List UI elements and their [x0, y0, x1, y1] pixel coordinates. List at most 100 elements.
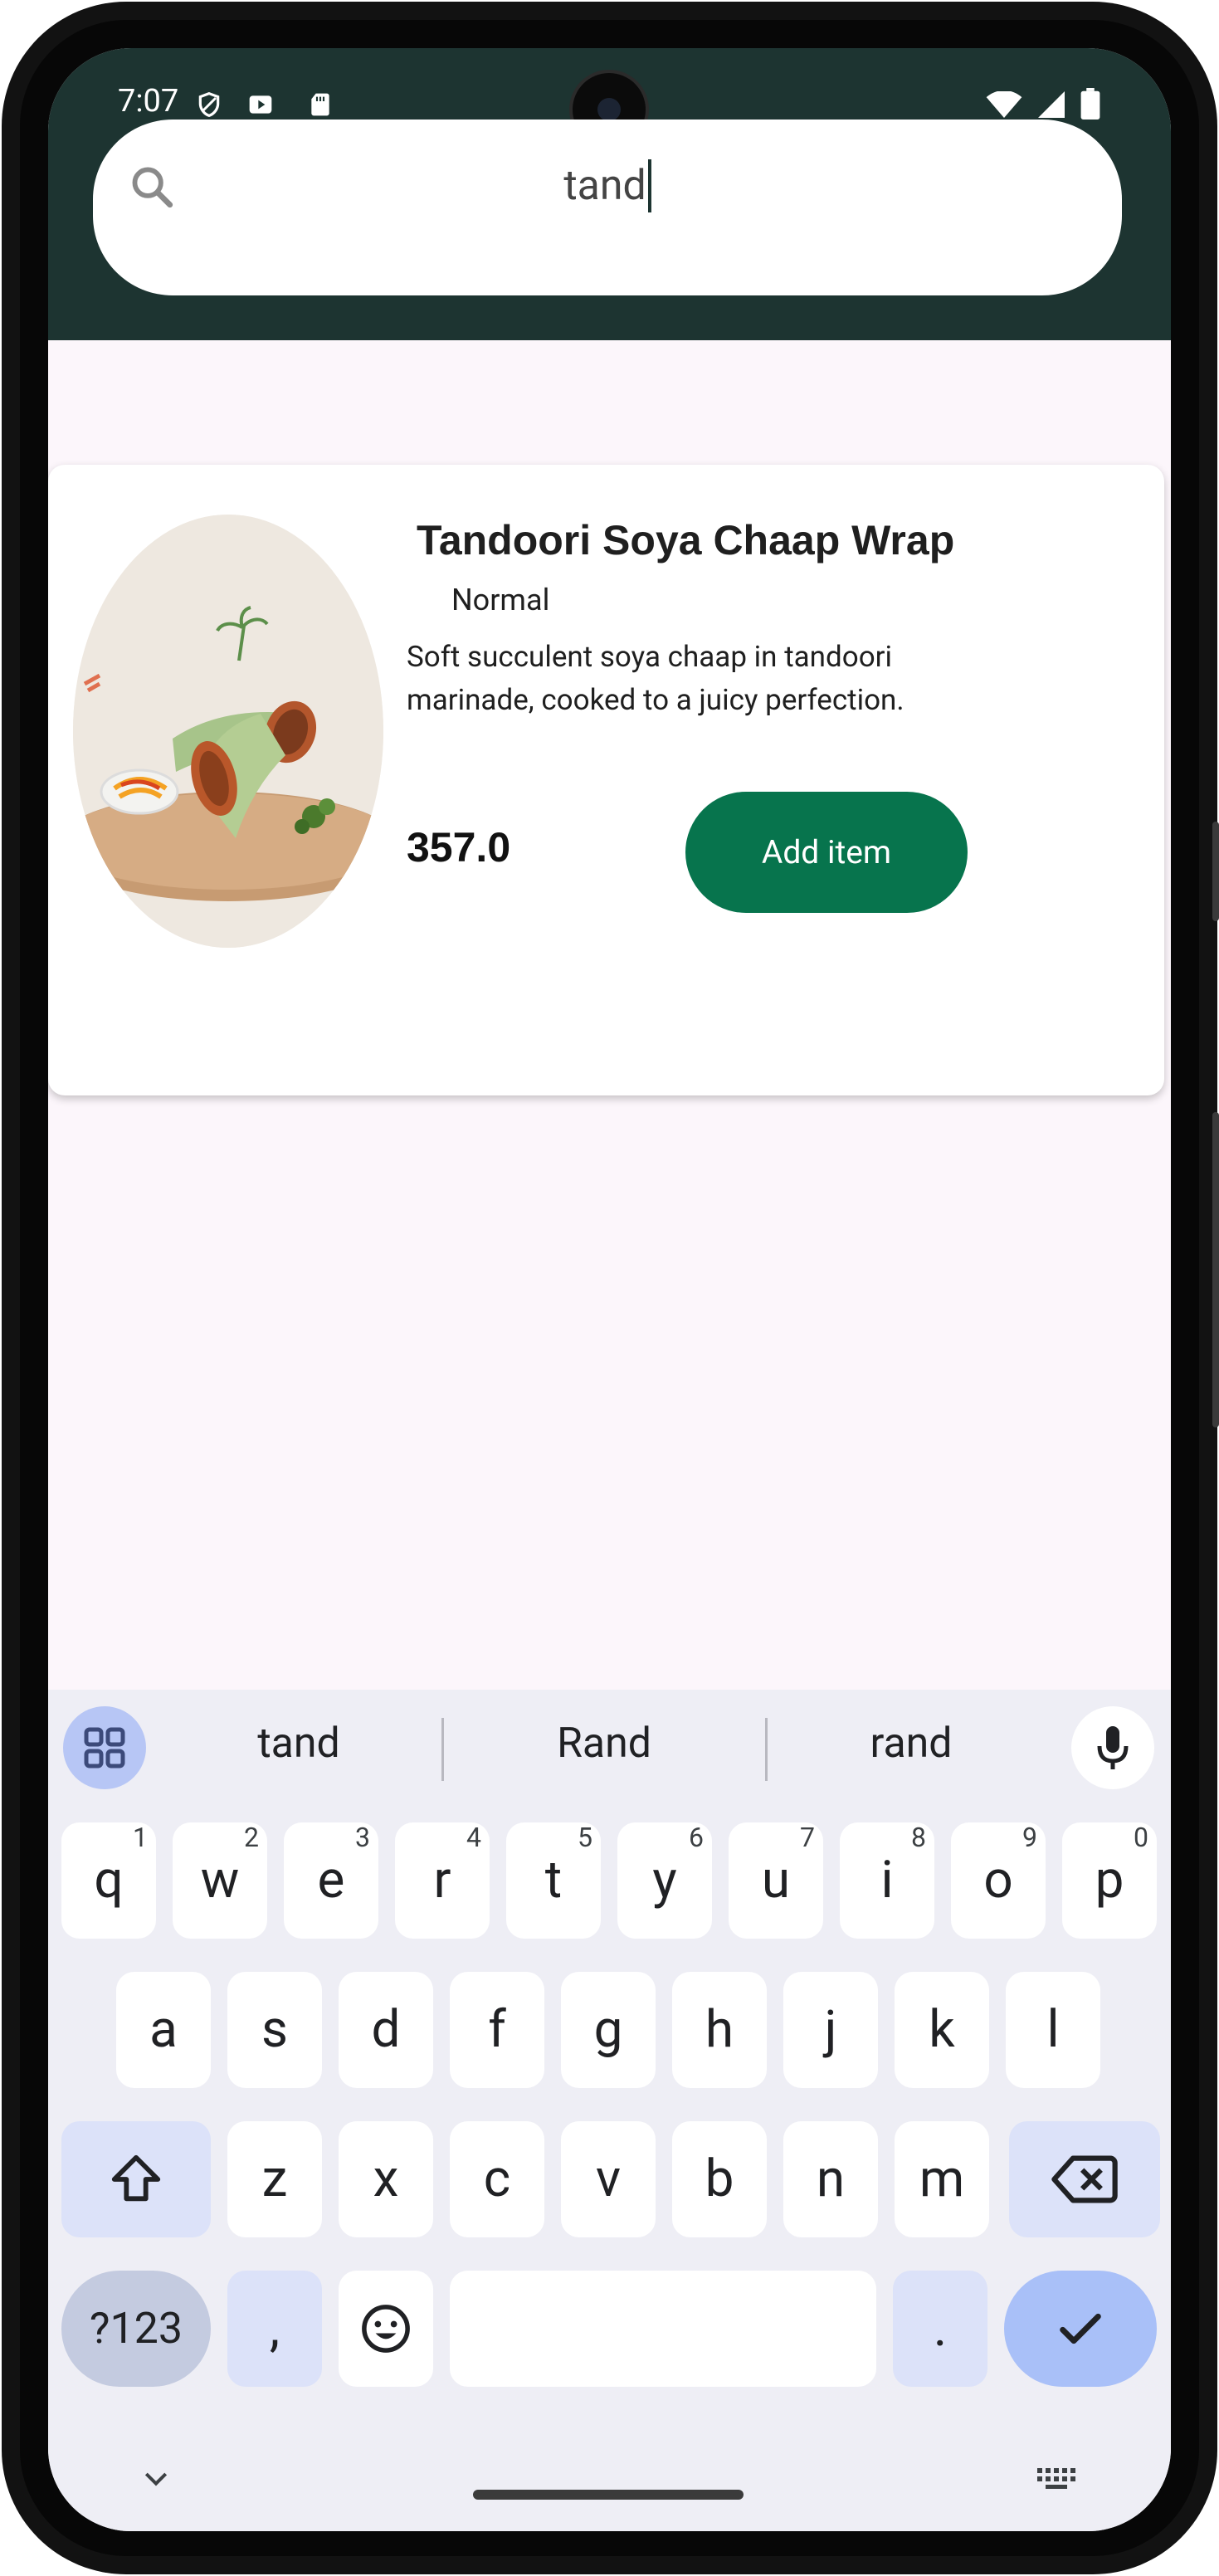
search-input[interactable]: tand [93, 159, 1122, 212]
key-c[interactable]: c [450, 2121, 544, 2237]
key-label: x [373, 2149, 399, 2209]
key-m[interactable]: m [895, 2121, 989, 2237]
space-key[interactable] [450, 2271, 876, 2387]
period-key[interactable]: . [893, 2271, 987, 2387]
key-hint: 7 [800, 1822, 815, 1853]
keyboard-apps-button[interactable] [63, 1706, 146, 1789]
key-label: g [593, 1999, 623, 2060]
shift-icon [111, 2154, 161, 2202]
key-label: y [652, 1850, 677, 1910]
key-q[interactable]: q1 [61, 1822, 156, 1939]
key-l[interactable]: l [1006, 1972, 1100, 2088]
item-image [73, 515, 383, 948]
item-title: Tandoori Soya Chaap Wrap [417, 517, 955, 564]
key-r[interactable]: r4 [395, 1822, 490, 1939]
key-d[interactable]: d [339, 1972, 433, 2088]
key-hint: 2 [244, 1822, 259, 1853]
key-p[interactable]: p0 [1062, 1822, 1157, 1939]
key-label: l [1046, 1999, 1060, 2060]
comma-key[interactable]: , [227, 2271, 322, 2387]
key-label: m [919, 2149, 965, 2209]
key-hint: 6 [689, 1822, 704, 1853]
suggestion-1[interactable]: tand [174, 1720, 423, 1768]
play-store-icon [249, 95, 272, 114]
app-header: 7:07 tand [48, 48, 1171, 340]
key-t[interactable]: t5 [506, 1822, 601, 1939]
key-label: p [1095, 1850, 1124, 1910]
key-label: r [433, 1850, 451, 1910]
key-label: u [761, 1850, 791, 1910]
search-bar[interactable]: tand [93, 120, 1122, 295]
menu-item-card[interactable]: Tandoori Soya Chaap Wrap Normal Soft suc… [48, 465, 1164, 1095]
search-input-text: tand [563, 162, 646, 210]
key-s[interactable]: s [227, 1972, 322, 2088]
key-label: z [261, 2149, 288, 2209]
key-y[interactable]: y6 [617, 1822, 712, 1939]
key-hint: 3 [355, 1822, 370, 1853]
key-n[interactable]: n [783, 2121, 878, 2237]
key-label: c [483, 2149, 511, 2209]
voice-input-button[interactable] [1071, 1706, 1154, 1789]
key-v[interactable]: v [561, 2121, 656, 2237]
wifi-icon [986, 91, 1022, 118]
suggestion-2[interactable]: Rand [480, 1720, 729, 1768]
navigation-bar [48, 2437, 1171, 2531]
power-button [1212, 1112, 1219, 1427]
key-j[interactable]: j [783, 1972, 878, 2088]
key-u[interactable]: u7 [729, 1822, 823, 1939]
key-w[interactable]: w2 [173, 1822, 267, 1939]
key-x[interactable]: x [339, 2121, 433, 2237]
key-label: j [824, 1999, 837, 2060]
key-b[interactable]: b [672, 2121, 767, 2237]
screen: 7:07 tand Tandoori Soya Chaap Wrap Norma… [48, 48, 1171, 2531]
suggestion-3[interactable]: rand [787, 1720, 1036, 1768]
key-label: t [544, 1850, 563, 1910]
key-label: k [929, 1999, 955, 2060]
key-e[interactable]: e3 [284, 1822, 378, 1939]
key-hint: 0 [1134, 1822, 1148, 1853]
battery-icon [1080, 88, 1100, 120]
volume-button [1212, 822, 1219, 921]
chevron-down-icon[interactable] [139, 2461, 173, 2495]
suggestion-divider [765, 1718, 768, 1781]
emoji-key[interactable] [339, 2271, 433, 2387]
key-label: b [705, 2149, 734, 2209]
key-label: a [149, 1999, 178, 2060]
key-hint: 8 [911, 1822, 926, 1853]
key-a[interactable]: a [116, 1972, 211, 2088]
key-z[interactable]: z [227, 2121, 322, 2237]
suggestion-strip: tand Rand rand [48, 1690, 1171, 1806]
enter-key[interactable] [1004, 2271, 1157, 2387]
key-label: d [371, 1999, 401, 2060]
symbols-key[interactable]: ?123 [61, 2271, 211, 2387]
signal-icon [1038, 91, 1065, 118]
item-description: Soft succulent soya chaap in tandoori ma… [407, 640, 904, 717]
checkmark-icon [1060, 2313, 1101, 2344]
key-label: s [261, 1999, 288, 2060]
key-label: i [880, 1850, 894, 1910]
shift-key[interactable] [61, 2121, 211, 2237]
status-time: 7:07 [118, 83, 179, 120]
backspace-key[interactable] [1009, 2121, 1160, 2237]
key-o[interactable]: o9 [951, 1822, 1046, 1939]
key-i[interactable]: i8 [840, 1822, 934, 1939]
home-indicator[interactable] [473, 2490, 744, 2500]
key-k[interactable]: k [895, 1972, 989, 2088]
key-hint: 9 [1022, 1822, 1037, 1853]
key-f[interactable]: f [450, 1972, 544, 2088]
item-price: 357.0 [407, 824, 511, 871]
keyboard-icon[interactable] [1036, 2463, 1079, 2493]
key-g[interactable]: g [561, 1972, 656, 2088]
key-label: f [488, 1999, 506, 2060]
suggestion-divider [441, 1718, 444, 1781]
item-variant: Normal [451, 583, 550, 617]
key-label: o [983, 1850, 1013, 1910]
add-item-button[interactable]: Add item [685, 792, 968, 913]
sd-card-icon [311, 93, 329, 116]
microphone-icon [1097, 1726, 1129, 1769]
emoji-icon [362, 2305, 410, 2353]
key-h[interactable]: h [672, 1972, 767, 2088]
key-label: n [816, 2149, 846, 2209]
text-cursor [647, 159, 651, 212]
key-hint: 1 [133, 1822, 148, 1853]
